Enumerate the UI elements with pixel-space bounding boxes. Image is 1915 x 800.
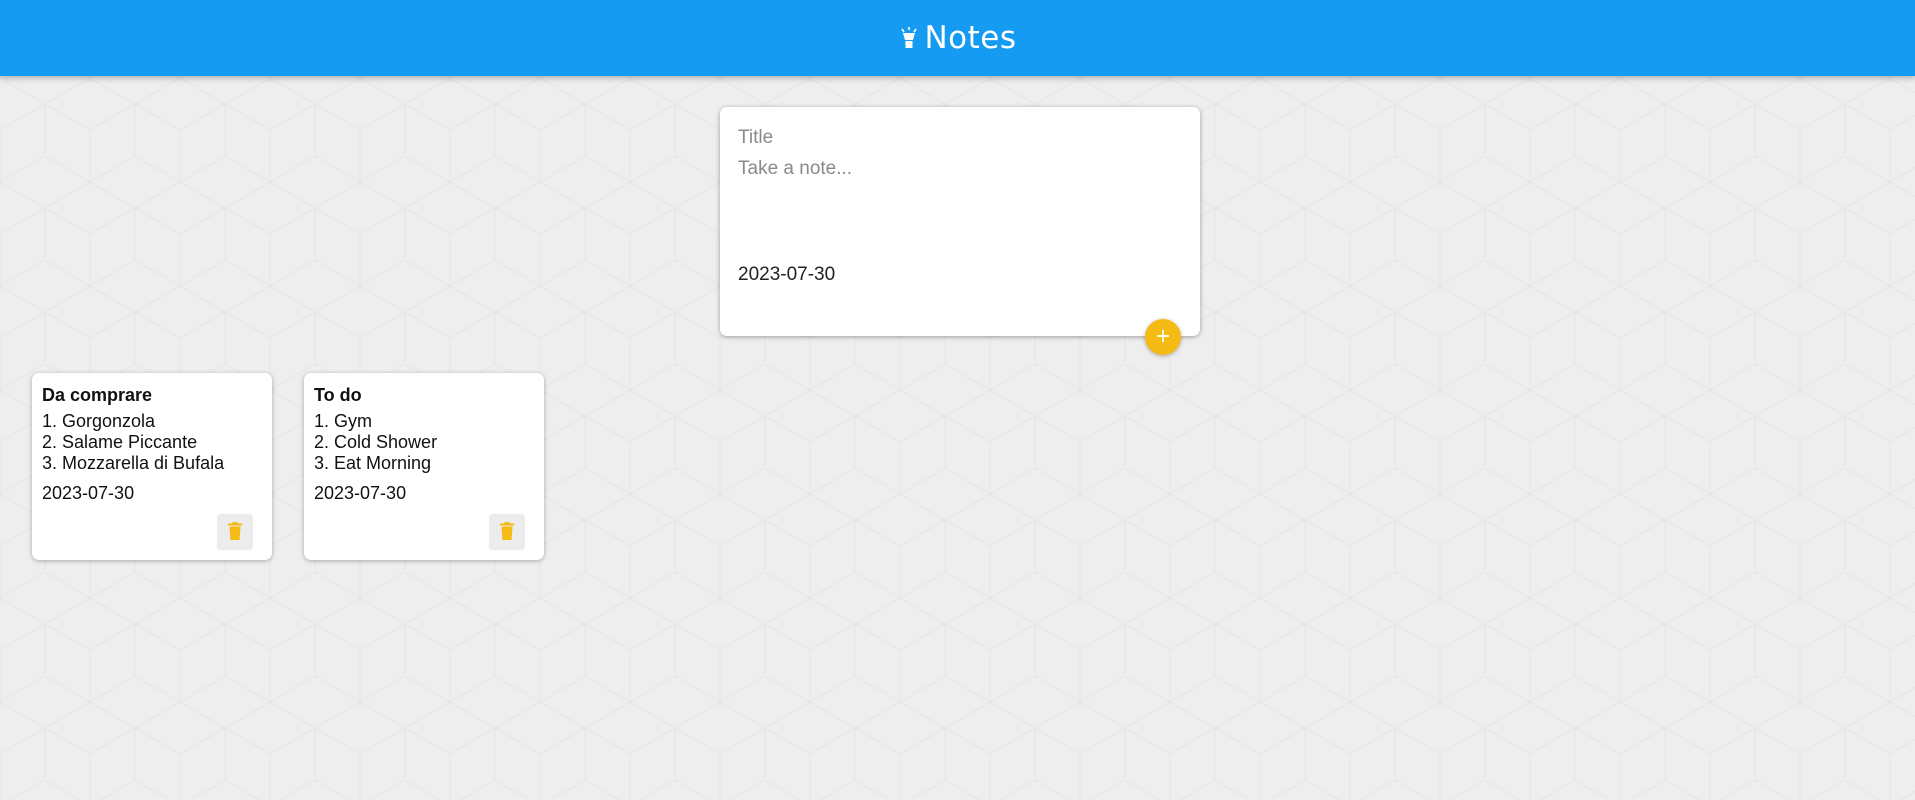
note-card: To do 1. Gym 2. Cold Shower 3. Eat Morni… (304, 373, 544, 560)
composer-date: 2023-07-30 (738, 264, 836, 285)
note-title: To do (314, 385, 362, 405)
trash-icon (500, 521, 514, 543)
note-line: 1. Gorgonzola (42, 410, 156, 431)
delete-note-button[interactable] (489, 514, 525, 550)
app-header: Notes (0, 0, 1915, 76)
note-card: Da comprare 1. Gorgonzola 2. Salame Picc… (32, 373, 272, 560)
delete-note-button[interactable] (217, 514, 253, 550)
add-note-button[interactable] (1145, 319, 1181, 355)
note-composer: 2023-07-30 (720, 107, 1200, 336)
note-line: 2. Cold Shower (314, 431, 438, 452)
brand: Notes (898, 20, 1016, 56)
lightbulb-icon (898, 25, 920, 51)
trash-icon (228, 521, 242, 543)
note-line: 1. Gym (314, 410, 373, 431)
note-line: 3. Mozzarella di Bufala (42, 452, 225, 473)
note-line: 2. Salame Piccante (42, 431, 198, 452)
note-input[interactable] (738, 158, 1182, 248)
note-date: 2023-07-30 (314, 483, 407, 503)
title-input[interactable] (738, 126, 1182, 150)
app-title: Notes (924, 20, 1017, 56)
note-title: Da comprare (42, 385, 153, 405)
note-date: 2023-07-30 (42, 483, 135, 503)
note-line: 3. Eat Morning (314, 452, 432, 473)
note-content: 1. Gorgonzola 2. Salame Piccante 3. Mozz… (42, 411, 262, 474)
note-content: 1. Gym 2. Cold Shower 3. Eat Morning (314, 411, 534, 474)
plus-icon (1155, 328, 1171, 347)
